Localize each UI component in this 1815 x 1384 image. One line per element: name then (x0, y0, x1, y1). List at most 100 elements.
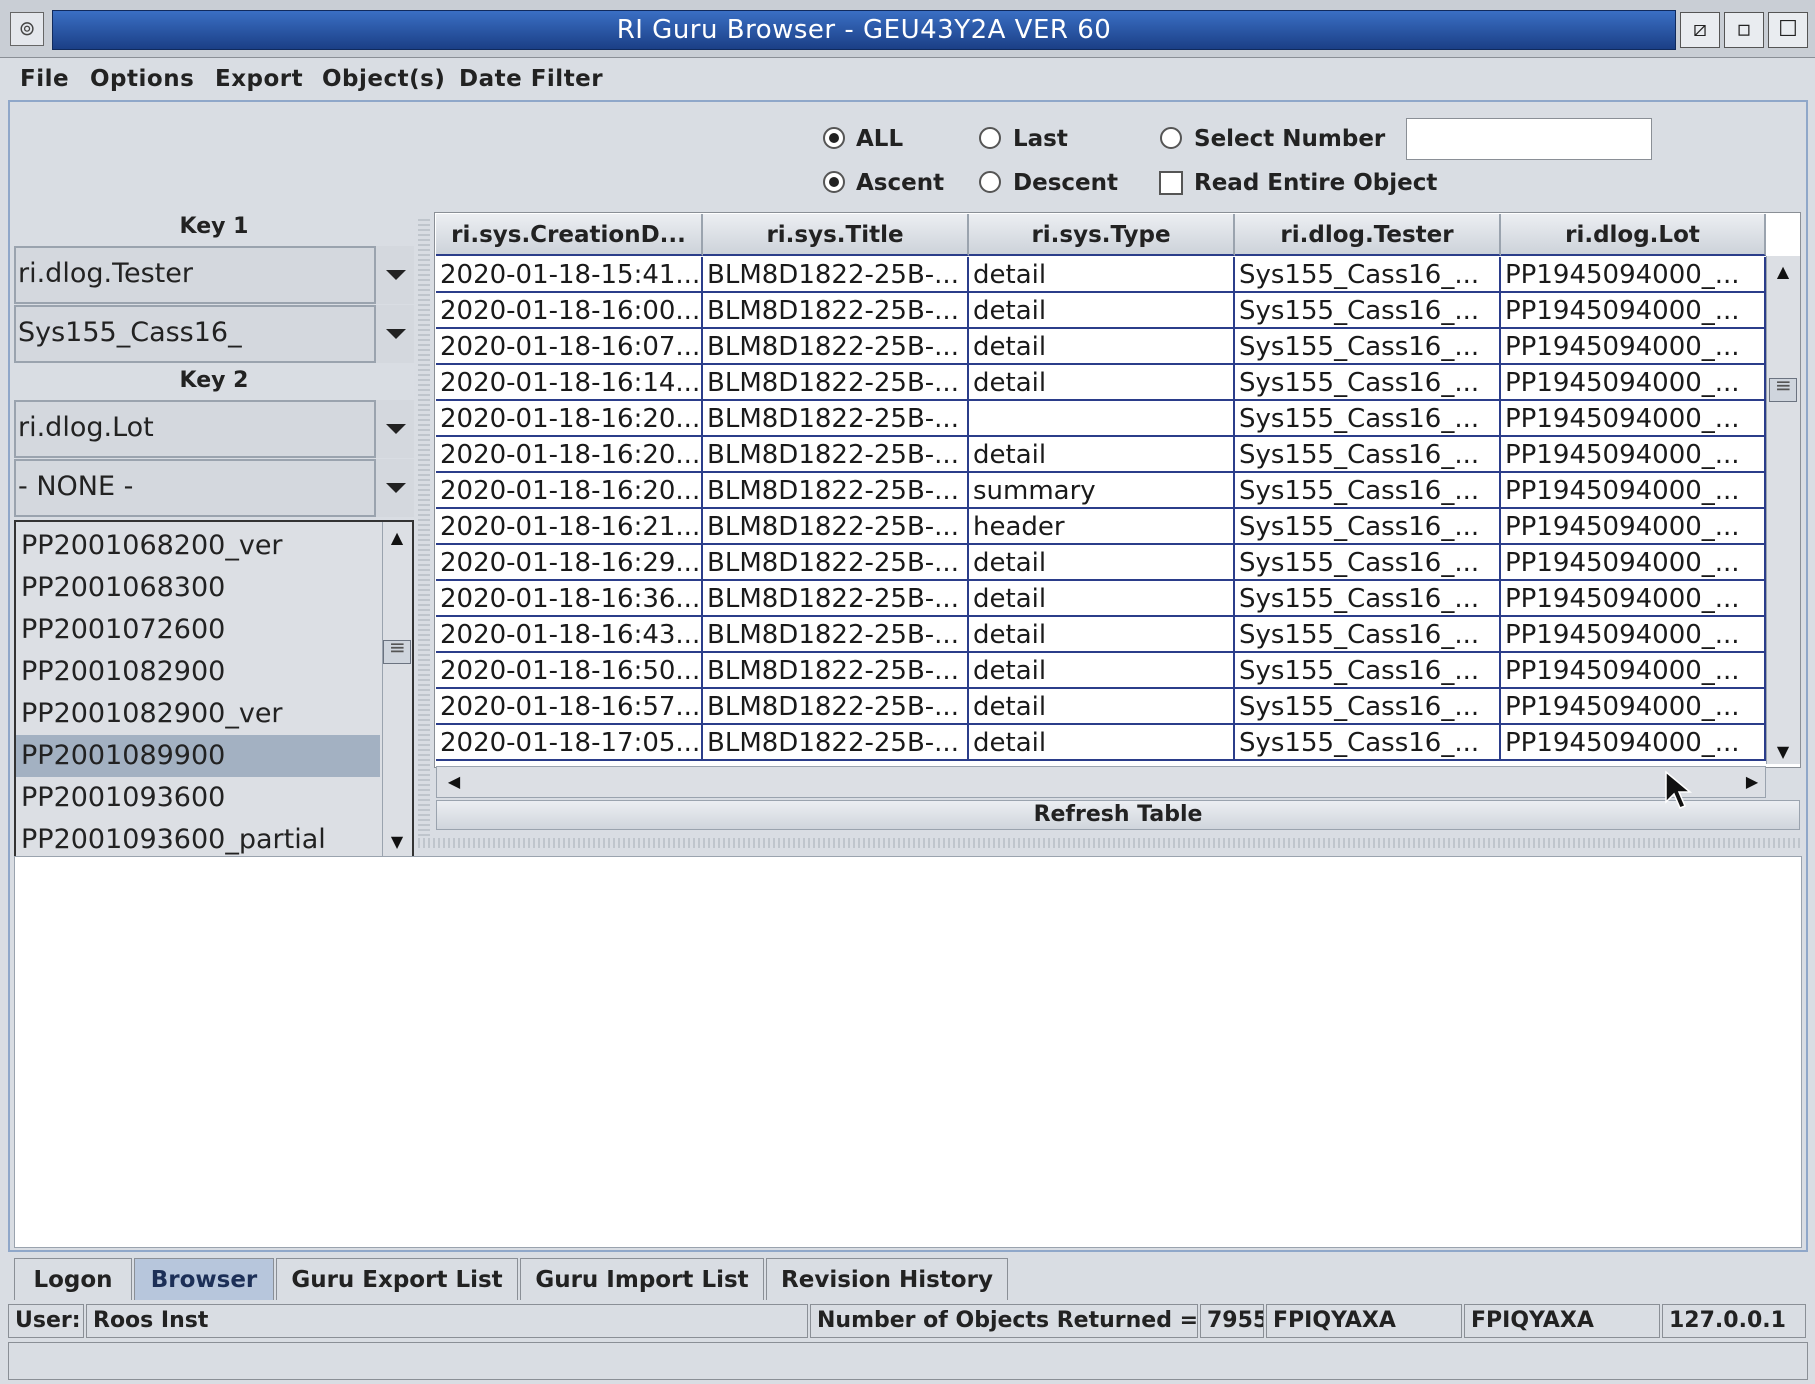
list-item[interactable]: PP2001093600 (16, 777, 380, 819)
select-number-radio[interactable] (1160, 127, 1182, 149)
table-cell[interactable]: 2020-01-18-16:20... (436, 437, 703, 473)
table-cell[interactable]: BLM8D1822-25B-... (703, 257, 969, 293)
scroll-right-icon[interactable]: ▶ (1738, 770, 1766, 794)
table-cell[interactable]: PP1945094000_... (1501, 365, 1766, 401)
all-radio[interactable] (823, 127, 845, 149)
table-cell[interactable]: BLM8D1822-25B-... (703, 581, 969, 617)
table-cell[interactable]: summary (969, 473, 1235, 509)
scroll-down-icon[interactable]: ▼ (1769, 740, 1797, 764)
table-cell[interactable]: Sys155_Cass16_... (1235, 257, 1501, 293)
table-cell[interactable]: PP1945094000_... (1501, 545, 1766, 581)
tab-guru-import-list[interactable]: Guru Import List (520, 1258, 764, 1300)
table-cell[interactable]: 2020-01-18-16:50... (436, 653, 703, 689)
table-cell[interactable]: Sys155_Cass16_... (1235, 473, 1501, 509)
table-cell[interactable]: PP1945094000_... (1501, 329, 1766, 365)
table-cell[interactable]: PP1945094000_... (1501, 581, 1766, 617)
table-cell[interactable]: BLM8D1822-25B-... (703, 509, 969, 545)
list-item[interactable]: PP2001082900 (16, 651, 380, 693)
tab-browser[interactable]: Browser (134, 1258, 274, 1300)
read-entire-object-checkbox[interactable] (1159, 171, 1183, 195)
table-cell[interactable]: detail (969, 725, 1235, 761)
table-cell[interactable]: detail (969, 257, 1235, 293)
table-cell[interactable]: detail (969, 293, 1235, 329)
scroll-down-icon[interactable]: ▼ (383, 830, 411, 854)
table-cell[interactable]: BLM8D1822-25B-... (703, 689, 969, 725)
table-cell[interactable]: Sys155_Cass16_... (1235, 329, 1501, 365)
table-cell[interactable]: BLM8D1822-25B-... (703, 365, 969, 401)
minimize-icon[interactable]: ▫ (1724, 12, 1764, 48)
horizontal-splitter[interactable] (418, 838, 1802, 848)
table-cell[interactable]: detail (969, 437, 1235, 473)
scroll-up-icon[interactable]: ▲ (1769, 260, 1797, 284)
table-cell[interactable]: Sys155_Cass16_... (1235, 653, 1501, 689)
table-cell[interactable]: 2020-01-18-16:20... (436, 473, 703, 509)
table-cell[interactable]: 2020-01-18-16:21... (436, 509, 703, 545)
table-cell[interactable]: 2020-01-18-15:41... (436, 257, 703, 293)
table-cell[interactable]: Sys155_Cass16_... (1235, 545, 1501, 581)
column-header-type[interactable]: ri.sys.Type (969, 214, 1235, 256)
table-cell[interactable]: Sys155_Cass16_... (1235, 617, 1501, 653)
table-cell[interactable]: BLM8D1822-25B-... (703, 473, 969, 509)
select-number-input[interactable] (1406, 118, 1652, 160)
table-cell[interactable]: detail (969, 545, 1235, 581)
menu-export[interactable]: Export (215, 58, 303, 100)
table-cell[interactable]: 2020-01-18-16:07... (436, 329, 703, 365)
column-header-lot[interactable]: ri.dlog.Lot (1501, 214, 1766, 256)
table-cell[interactable]: BLM8D1822-25B-... (703, 293, 969, 329)
list-item[interactable]: PP2001068300 (16, 567, 380, 609)
scroll-left-icon[interactable]: ◀ (440, 770, 468, 794)
tab-revision-history[interactable]: Revision History (766, 1258, 1008, 1300)
list-item[interactable]: PP2001068200_ver (16, 525, 380, 567)
table-cell[interactable]: Sys155_Cass16_... (1235, 509, 1501, 545)
table-cell[interactable]: PP1945094000_... (1501, 725, 1766, 761)
tab-guru-export-list[interactable]: Guru Export List (276, 1258, 518, 1300)
table-cell[interactable]: 2020-01-18-16:14... (436, 365, 703, 401)
table-cell[interactable]: BLM8D1822-25B-... (703, 653, 969, 689)
list-item[interactable]: PP2001072600 (16, 609, 380, 651)
table-cell[interactable]: detail (969, 689, 1235, 725)
table-cell[interactable]: PP1945094000_... (1501, 401, 1766, 437)
chevron-down-icon[interactable] (374, 305, 414, 363)
menu-date-filter[interactable]: Date Filter (459, 58, 603, 100)
ascent-radio[interactable] (823, 171, 845, 193)
list-item[interactable]: PP2001082900_ver (16, 693, 380, 735)
table-cell[interactable]: header (969, 509, 1235, 545)
scroll-thumb[interactable] (1769, 373, 1797, 402)
maximize-icon[interactable]: ☐ (1768, 12, 1808, 48)
list-item[interactable]: PP2001093600_partial (16, 819, 380, 861)
table-cell[interactable]: PP1945094000_... (1501, 509, 1766, 545)
table-cell[interactable]: PP1945094000_... (1501, 437, 1766, 473)
list-item-selected[interactable]: PP2001089900 (16, 735, 380, 777)
table-cell[interactable]: Sys155_Cass16_... (1235, 581, 1501, 617)
tab-logon[interactable]: Logon (14, 1258, 132, 1300)
table-cell[interactable]: BLM8D1822-25B-... (703, 725, 969, 761)
table-vertical-scrollbar[interactable] (1766, 256, 1800, 764)
table-cell[interactable]: Sys155_Cass16_... (1235, 437, 1501, 473)
table-cell[interactable]: Sys155_Cass16_... (1235, 401, 1501, 437)
column-header-tester[interactable]: ri.dlog.Tester (1235, 214, 1501, 256)
scroll-up-icon[interactable]: ▲ (383, 526, 411, 550)
chevron-down-icon[interactable] (374, 400, 414, 458)
table-cell[interactable]: BLM8D1822-25B-... (703, 329, 969, 365)
last-radio[interactable] (979, 127, 1001, 149)
system-menu-icon[interactable]: ⊚ (10, 12, 44, 46)
table-cell[interactable]: Sys155_Cass16_... (1235, 293, 1501, 329)
table-cell[interactable]: 2020-01-18-16:57... (436, 689, 703, 725)
table-cell[interactable]: BLM8D1822-25B-... (703, 617, 969, 653)
table-cell[interactable]: BLM8D1822-25B-... (703, 545, 969, 581)
table-cell[interactable]: detail (969, 581, 1235, 617)
column-header-creation-date[interactable]: ri.sys.CreationD... (436, 214, 703, 256)
menu-objects[interactable]: Object(s) (322, 58, 445, 100)
table-horizontal-scrollbar[interactable] (436, 766, 1766, 798)
table-cell[interactable]: PP1945094000_... (1501, 293, 1766, 329)
table-cell[interactable]: 2020-01-18-16:00... (436, 293, 703, 329)
menu-options[interactable]: Options (90, 58, 194, 100)
chevron-down-icon[interactable] (374, 459, 414, 517)
table-cell[interactable]: Sys155_Cass16_... (1235, 725, 1501, 761)
descent-radio[interactable] (979, 171, 1001, 193)
table-cell[interactable]: 2020-01-18-16:43... (436, 617, 703, 653)
table-cell[interactable]: 2020-01-18-16:36... (436, 581, 703, 617)
table-cell[interactable]: detail (969, 365, 1235, 401)
table-cell[interactable]: detail (969, 653, 1235, 689)
scroll-thumb[interactable] (383, 635, 411, 664)
